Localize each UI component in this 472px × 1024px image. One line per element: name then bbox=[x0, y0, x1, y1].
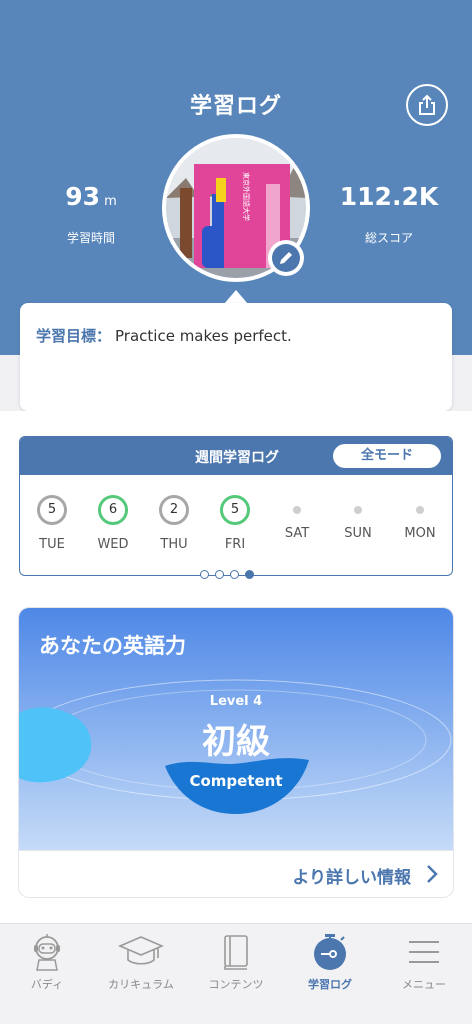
goal-card[interactable]: 学習目標： Practice makes perfect. bbox=[20, 303, 452, 411]
day-label: MON bbox=[404, 526, 436, 541]
day-count-ring: 5 bbox=[37, 495, 67, 525]
page-dot[interactable] bbox=[200, 570, 209, 579]
day-count-ring: 5 bbox=[220, 495, 250, 525]
level-english: Competent bbox=[189, 772, 282, 790]
weekly-days: 5 TUE 6 WED 2 THU 5 FRI SAT SUN MON bbox=[20, 475, 452, 575]
goal-text: Practice makes perfect. bbox=[115, 327, 292, 345]
total-score-stat: 112.2K 総スコア bbox=[330, 182, 448, 246]
day-label: WED bbox=[97, 537, 129, 552]
study-time-unit: m bbox=[104, 194, 117, 209]
more-info-label: より詳しい情報 bbox=[292, 868, 411, 888]
tab-bar: バディ カリキュラム コンテンツ 学習ログ メニュー bbox=[0, 923, 472, 1024]
day-sat[interactable]: SAT bbox=[267, 495, 327, 541]
level-number: Level 4 bbox=[210, 694, 262, 709]
page-dot[interactable] bbox=[215, 570, 224, 579]
study-time-label: 学習時間 bbox=[66, 231, 115, 245]
day-tue[interactable]: 5 TUE bbox=[22, 495, 82, 552]
sign-text: 東京外国語大学 bbox=[242, 172, 251, 221]
robot-icon bbox=[34, 934, 60, 971]
stopwatch-icon bbox=[314, 934, 346, 970]
day-fri[interactable]: 5 FRI bbox=[205, 495, 265, 552]
page-dot[interactable] bbox=[230, 570, 239, 579]
tab-contents[interactable]: コンテンツ bbox=[189, 930, 283, 992]
tab-menu[interactable]: メニュー bbox=[377, 930, 471, 992]
tab-label: バディ bbox=[30, 978, 64, 991]
tab-label: コンテンツ bbox=[208, 978, 264, 991]
graduation-cap-icon bbox=[118, 936, 164, 965]
share-button[interactable] bbox=[406, 84, 448, 126]
goal-label: 学習目標： bbox=[36, 327, 112, 345]
empty-day-dot bbox=[354, 506, 362, 514]
menu-icon bbox=[409, 941, 439, 963]
study-time-value: 93 bbox=[65, 182, 101, 211]
tab-label: カリキュラム bbox=[108, 978, 174, 991]
day-label: SAT bbox=[284, 526, 310, 541]
empty-day-dot bbox=[416, 506, 424, 514]
day-sun[interactable]: SUN bbox=[328, 495, 388, 541]
weekly-log-card: 週間学習ログ 全モード 5 TUE 6 WED 2 THU 5 FRI SAT … bbox=[19, 436, 453, 576]
english-level-title: あなたの英語力 bbox=[39, 634, 186, 658]
pencil-icon bbox=[272, 244, 300, 272]
day-count-ring: 2 bbox=[159, 495, 189, 525]
edit-avatar-button[interactable] bbox=[268, 240, 304, 276]
tab-label: 学習ログ bbox=[308, 978, 352, 991]
day-label: SUN bbox=[344, 526, 372, 541]
english-level-banner: Level 4 初級 Competent あなたの英語力 bbox=[19, 608, 453, 850]
day-wed[interactable]: 6 WED bbox=[83, 495, 143, 552]
page-indicator[interactable] bbox=[200, 570, 254, 579]
day-thu[interactable]: 2 THU bbox=[144, 495, 204, 552]
day-label: TUE bbox=[39, 537, 65, 552]
english-level-card[interactable]: Level 4 初級 Competent あなたの英語力 より詳しい情報 bbox=[19, 608, 453, 897]
tab-buddy[interactable]: バディ bbox=[0, 930, 94, 992]
day-label: THU bbox=[160, 537, 188, 552]
total-score-value: 112.2K bbox=[339, 182, 439, 211]
more-info-link[interactable]: より詳しい情報 bbox=[19, 850, 453, 897]
day-count-ring: 6 bbox=[98, 495, 128, 525]
page-title: 学習ログ bbox=[189, 94, 282, 119]
book-icon bbox=[224, 935, 248, 970]
page-dot-active[interactable] bbox=[245, 570, 254, 579]
study-time-stat: 93 m 学習時間 bbox=[36, 182, 146, 246]
day-label: FRI bbox=[224, 537, 246, 552]
all-modes-button[interactable]: 全モード bbox=[333, 444, 441, 468]
total-score-label: 総スコア bbox=[364, 231, 413, 245]
goal-bubble-arrow bbox=[224, 290, 248, 304]
empty-day-dot bbox=[293, 506, 301, 514]
level-name: 初級 bbox=[202, 722, 270, 762]
tab-curriculum[interactable]: カリキュラム bbox=[94, 930, 188, 992]
tab-study-log[interactable]: 学習ログ bbox=[283, 930, 377, 992]
chevron-right-icon bbox=[427, 865, 438, 883]
day-mon[interactable]: MON bbox=[390, 495, 450, 541]
share-icon bbox=[419, 94, 435, 115]
tab-label: メニュー bbox=[402, 978, 446, 991]
weekly-log-header: 週間学習ログ 全モード bbox=[20, 437, 452, 475]
